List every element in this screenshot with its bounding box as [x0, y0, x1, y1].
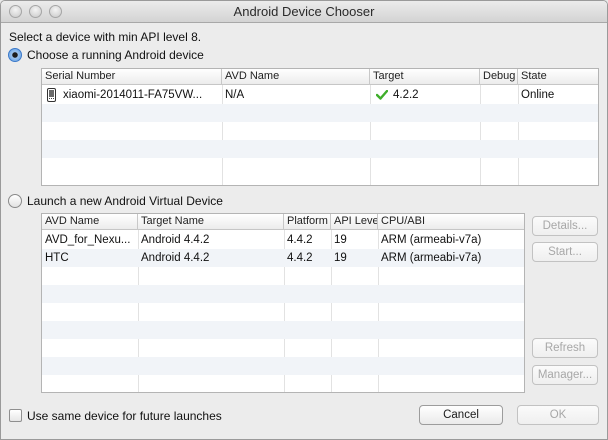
title-bar: Android Device Chooser: [1, 1, 607, 23]
column-avd-name[interactable]: AVD Name: [42, 214, 138, 230]
refresh-button[interactable]: Refresh: [532, 338, 598, 358]
instruction-text: Select a device with min API level 8.: [9, 30, 202, 44]
column-debug[interactable]: Debug: [480, 69, 518, 85]
same-device-checkbox[interactable]: [9, 409, 22, 422]
column-api-level[interactable]: API Leve: [331, 214, 378, 230]
column-avd-name[interactable]: AVD Name: [222, 69, 370, 85]
empty-row: [42, 285, 524, 303]
empty-row: [42, 104, 598, 122]
details-button[interactable]: Details...: [532, 216, 598, 236]
choose-running-device-label: Choose a running Android device: [27, 48, 204, 62]
avd-platform: 4.4.2: [287, 234, 313, 246]
empty-row: [42, 357, 524, 375]
window-title: Android Device Chooser: [233, 4, 375, 19]
avd-table-header: AVD Name Target Name Platform API Leve C…: [42, 214, 524, 230]
launch-avd-radio[interactable]: [8, 194, 22, 208]
check-icon: [376, 90, 388, 100]
empty-row: [42, 158, 598, 176]
empty-row: [42, 321, 524, 339]
empty-row: [42, 122, 598, 140]
start-button[interactable]: Start...: [532, 242, 598, 262]
column-cpu-abi[interactable]: CPU/ABI: [378, 214, 524, 230]
table-row[interactable]: HTC Android 4.4.2 4.4.2 19 ARM (armeabi-…: [42, 249, 524, 267]
manager-button[interactable]: Manager...: [532, 365, 598, 385]
table-row[interactable]: xiaomi-2014011-FA75VW... N/A 4.2.2 Onlin…: [42, 86, 598, 104]
running-devices-table[interactable]: Serial Number AVD Name Target Debug Stat…: [41, 68, 599, 186]
device-state: Online: [521, 89, 555, 101]
avd-cpu: ARM (armeabi-v7a): [381, 252, 482, 264]
empty-row: [42, 140, 598, 158]
column-platform[interactable]: Platform: [284, 214, 331, 230]
same-device-label: Use same device for future launches: [27, 409, 222, 423]
device-avd-name: N/A: [225, 89, 245, 101]
launch-avd-label: Launch a new Android Virtual Device: [27, 194, 223, 208]
empty-row: [42, 303, 524, 321]
device-target: 4.2.2: [393, 89, 419, 101]
avd-target: Android 4.4.2: [141, 234, 210, 246]
avd-api-level: 19: [334, 234, 347, 246]
avd-table[interactable]: AVD Name Target Name Platform API Leve C…: [41, 213, 525, 393]
avd-target: Android 4.4.2: [141, 252, 210, 264]
column-target-name[interactable]: Target Name: [138, 214, 284, 230]
avd-name: AVD_for_Nexu...: [45, 234, 131, 246]
device-debug: [480, 86, 518, 104]
empty-row: [42, 375, 524, 392]
device-chooser-window: Android Device Chooser Select a device w…: [0, 0, 608, 440]
avd-platform: 4.4.2: [287, 252, 313, 264]
avd-name: HTC: [45, 252, 69, 264]
choose-running-device-radio[interactable]: [8, 48, 22, 62]
avd-api-level: 19: [334, 252, 347, 264]
running-devices-header: Serial Number AVD Name Target Debug Stat…: [42, 69, 598, 85]
phone-icon: [47, 88, 56, 102]
cancel-button[interactable]: Cancel: [419, 405, 503, 425]
device-serial: xiaomi-2014011-FA75VW...: [63, 89, 203, 101]
ok-button[interactable]: OK: [517, 405, 599, 425]
empty-row: [42, 267, 524, 285]
empty-row: [42, 339, 524, 357]
avd-cpu: ARM (armeabi-v7a): [381, 234, 482, 246]
column-serial-number[interactable]: Serial Number: [42, 69, 222, 85]
column-target[interactable]: Target: [370, 69, 480, 85]
table-row[interactable]: AVD_for_Nexu... Android 4.4.2 4.4.2 19 A…: [42, 231, 524, 249]
column-state[interactable]: State: [518, 69, 598, 85]
